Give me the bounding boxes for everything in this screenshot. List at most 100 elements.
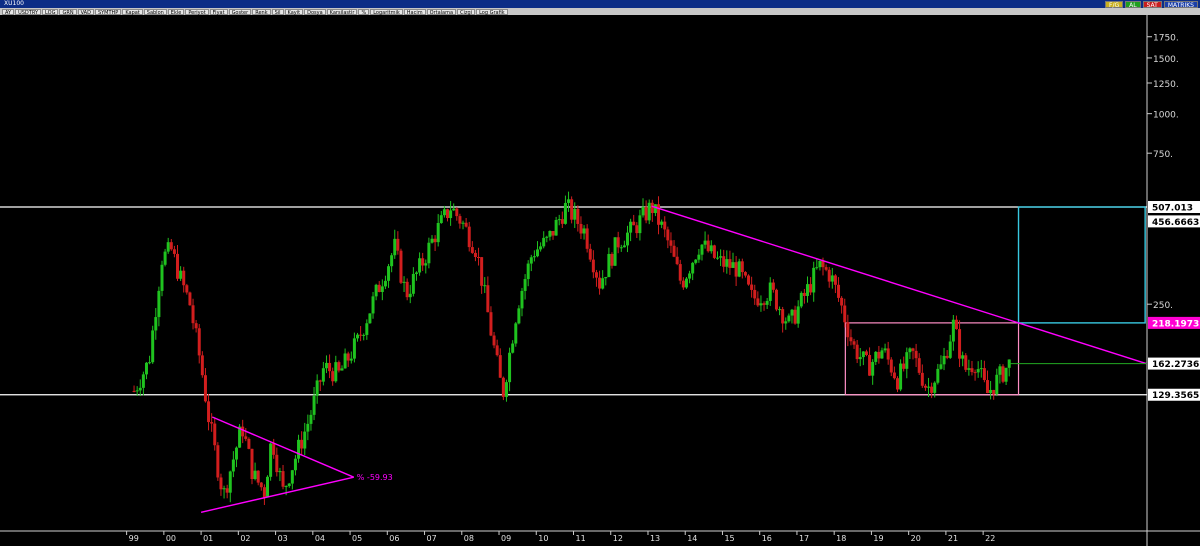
title-button-sat[interactable]: SAT: [1142, 0, 1162, 9]
candle-body: [802, 292, 806, 296]
candle-body: [911, 348, 915, 351]
toolbar-button[interactable]: Dosya: [304, 8, 326, 16]
candle-body: [982, 368, 986, 381]
candle-body: [179, 270, 183, 279]
candle-body: [312, 395, 316, 415]
toolbar-button[interactable]: Ortalama: [426, 8, 457, 16]
candle-body: [359, 334, 363, 336]
candle-body: [225, 488, 229, 493]
candle-body: [622, 245, 626, 248]
candle-body: [948, 341, 952, 358]
toolbar-button[interactable]: Karsilastir: [326, 8, 358, 16]
toolbar-button[interactable]: SYMTHP: [94, 8, 122, 16]
title-buttons: F/G AL SAT MATRIKS: [1105, 0, 1198, 9]
candle-body: [526, 263, 530, 280]
toolbar-button[interactable]: Sil: [271, 8, 284, 16]
candle-body: [554, 219, 558, 236]
candle-body: [877, 351, 881, 359]
candle-body: [784, 321, 788, 324]
candle-body: [663, 221, 667, 230]
candle-body: [858, 357, 862, 360]
toolbar-button[interactable]: Log Grafik: [476, 8, 508, 16]
candle-body: [523, 279, 527, 291]
candle-body: [418, 258, 422, 273]
candle-body: [455, 208, 459, 217]
toolbar-button[interactable]: Cizgi: [457, 8, 476, 16]
candle-body: [380, 286, 384, 292]
candle-body: [1001, 366, 1005, 382]
x-tick-label: 21: [948, 534, 958, 543]
candle-body: [709, 245, 713, 252]
toolbar-button[interactable]: LOG: [42, 8, 59, 16]
candle-body: [861, 351, 865, 358]
candle-body: [653, 204, 657, 214]
candle-body: [539, 246, 543, 250]
candle-body: [495, 345, 499, 356]
candle-body: [300, 439, 304, 449]
candle-body: [148, 362, 152, 364]
x-tick-label: 08: [464, 534, 474, 543]
title-button-f-g[interactable]: F/G: [1105, 0, 1124, 9]
toolbar-button[interactable]: Hacim: [403, 8, 426, 16]
x-tick-label: 00: [166, 534, 176, 543]
toolbar-button[interactable]: Kapat: [122, 8, 143, 16]
toolbar-button[interactable]: Sablon: [143, 8, 167, 16]
toolbar-button[interactable]: Ekle: [167, 8, 185, 16]
candle-body: [356, 334, 360, 339]
candle-body: [387, 266, 391, 281]
candle-body: [681, 280, 685, 288]
candle-body: [210, 422, 214, 424]
title-button-al[interactable]: AL: [1125, 0, 1141, 9]
triangle-annotation: % -59.93: [357, 473, 393, 482]
candle-body: [886, 348, 890, 360]
toolbar-button[interactable]: Logaritmik: [370, 8, 403, 16]
candle-body: [144, 362, 148, 375]
price-chart[interactable]: 250. 750. 1000. 1250. 1500. 1750. 99 00 01 02 03 04…: [0, 0, 1200, 546]
candle-body: [650, 202, 654, 214]
toolbar-button[interactable]: USDTRY: [15, 8, 42, 16]
candle-body: [402, 281, 406, 283]
candle-body: [939, 364, 943, 369]
candle-body: [414, 272, 418, 274]
candle-body: [377, 284, 381, 292]
candle-body: [706, 240, 710, 252]
toolbar-button[interactable]: Kayit: [284, 8, 304, 16]
candle-body: [719, 256, 723, 258]
toolbar-button[interactable]: Fiyat: [209, 8, 228, 16]
candle-body: [551, 230, 555, 236]
candle-body: [824, 267, 828, 270]
candle-body: [396, 238, 400, 251]
candle-body: [805, 284, 809, 296]
title-button-matriks[interactable]: MATRIKS: [1163, 0, 1198, 9]
candle-body: [588, 248, 592, 260]
candle-body: [557, 219, 561, 221]
candle-body: [328, 362, 332, 372]
candle-body: [989, 389, 993, 394]
toolbar-button[interactable]: %: [358, 8, 370, 16]
candle-body: [517, 308, 521, 324]
candle-body: [163, 251, 167, 265]
candle-body: [768, 282, 772, 301]
toolbar-button[interactable]: AY: [2, 8, 15, 16]
toolbar-button[interactable]: Goster: [228, 8, 252, 16]
toolbar-button[interactable]: Renk: [252, 8, 271, 16]
candle-body: [160, 264, 164, 291]
window-titlebar: XU100 F/G AL SAT MATRIKS: [0, 0, 1200, 9]
candle-body: [616, 237, 620, 248]
candle-body: [244, 436, 248, 439]
candle-body: [936, 368, 940, 383]
candle-body: [849, 337, 853, 342]
candle-body: [275, 454, 279, 473]
toolbar-button[interactable]: VAD: [77, 8, 94, 16]
candle-body: [489, 312, 493, 336]
candle-body: [917, 358, 921, 373]
candle-body: [266, 476, 270, 498]
y-tick-label: 750.: [1153, 150, 1173, 160]
price-label: 456.6663: [1152, 218, 1199, 228]
candle-body: [908, 348, 912, 353]
candle-body: [433, 238, 437, 243]
candle-body: [306, 423, 310, 432]
toolbar-button[interactable]: Periyot: [185, 8, 209, 16]
toolbar-button[interactable]: GRN: [59, 8, 77, 16]
candle-body: [324, 362, 328, 369]
